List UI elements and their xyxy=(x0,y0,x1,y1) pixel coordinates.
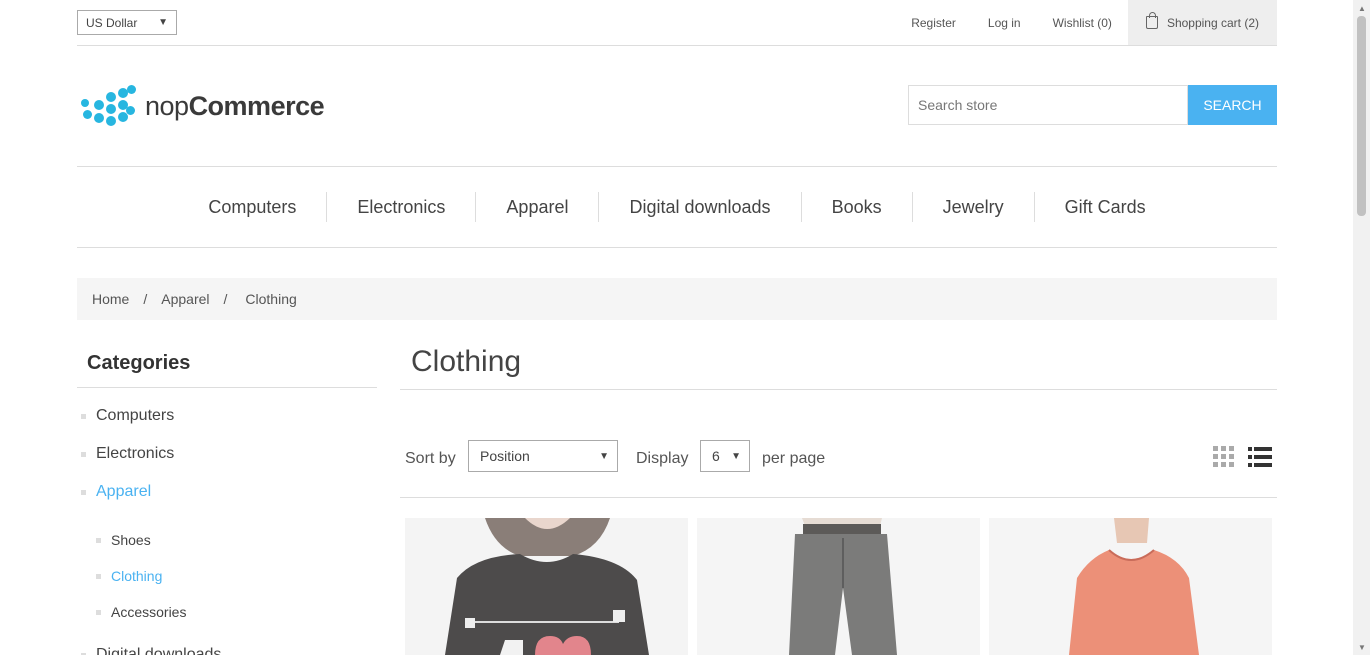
shopping-cart-link[interactable]: Shopping cart (2) xyxy=(1127,0,1277,45)
menu-item-jewelry[interactable]: Jewelry xyxy=(911,192,1034,222)
page-size-select[interactable]: 6 ▼ xyxy=(700,440,750,472)
scroll-up-icon[interactable]: ▲ xyxy=(1358,4,1366,13)
page-size-value: 6 xyxy=(712,448,720,464)
login-link[interactable]: Log in xyxy=(988,16,1021,30)
sort-select[interactable]: Position ▼ xyxy=(468,440,618,472)
menu-item-computers[interactable]: Computers xyxy=(178,192,326,222)
sidebar-item-electronics[interactable]: Electronics xyxy=(81,445,174,463)
menu-item-electronics[interactable]: Electronics xyxy=(326,192,475,222)
header-links: Register Log in Wishlist (0) Shopping ca… xyxy=(879,0,1277,45)
sidebar-item-computers[interactable]: Computers xyxy=(81,407,174,425)
breadcrumb-home[interactable]: Home xyxy=(92,291,129,307)
search-input[interactable] xyxy=(908,85,1188,125)
currency-value: US Dollar xyxy=(86,15,138,30)
sort-by-label: Sort by xyxy=(405,450,456,467)
breadcrumb-current: Clothing xyxy=(245,291,297,307)
currency-select[interactable]: US Dollar ▼ xyxy=(77,10,177,35)
page-title: Clothing xyxy=(400,337,1277,390)
header-main: nopCommerce SEARCH xyxy=(77,46,1277,167)
shopping-cart-label: Shopping cart (2) xyxy=(1166,15,1259,30)
sidebar-subitem-clothing[interactable]: Clothing xyxy=(96,568,162,584)
breadcrumb-separator: / xyxy=(143,291,148,307)
top-photo xyxy=(989,518,1272,655)
categories-title: Categories xyxy=(77,337,377,388)
grid-view-icon[interactable] xyxy=(1213,446,1234,467)
breadcrumb-separator: / xyxy=(223,291,228,307)
top-menu: Computers Electronics Apparel Digital do… xyxy=(77,167,1277,248)
product-image-pants[interactable] xyxy=(697,518,980,655)
sidebar-subitem-accessories[interactable]: Accessories xyxy=(96,604,186,620)
scrollbar-thumb[interactable] xyxy=(1357,16,1366,216)
sort-select-value: Position xyxy=(480,448,530,464)
breadcrumb: Home / Apparel / Clothing xyxy=(77,278,1277,320)
tshirt-photo xyxy=(405,518,688,655)
menu-item-books[interactable]: Books xyxy=(800,192,912,222)
bullet-icon xyxy=(81,413,86,419)
bullet-icon xyxy=(96,609,101,615)
bullet-icon xyxy=(96,573,101,579)
category-page: Clothing Sort by Position ▼ Display 6 ▼ … xyxy=(400,337,1277,498)
shopping-bag-icon xyxy=(1145,12,1158,29)
bullet-icon xyxy=(81,489,86,495)
display-label: Display xyxy=(636,450,689,467)
per-page-label: per page xyxy=(762,450,826,467)
bullet-icon xyxy=(96,537,101,543)
product-image-top[interactable] xyxy=(989,518,1272,655)
breadcrumb-apparel[interactable]: Apparel xyxy=(161,291,209,307)
search-button[interactable]: SEARCH xyxy=(1188,85,1277,125)
categories-sidebar: Categories xyxy=(77,337,377,388)
product-selectors: Sort by Position ▼ Display 6 ▼ per page xyxy=(400,440,1277,498)
wishlist-link[interactable]: Wishlist (0) xyxy=(1053,16,1112,30)
pants-photo xyxy=(697,518,980,655)
page-scrollbar[interactable]: ▲ ▼ xyxy=(1353,0,1370,655)
list-view-icon[interactable] xyxy=(1248,447,1272,467)
store-logo[interactable]: nopCommerce xyxy=(79,84,325,128)
bullet-icon xyxy=(81,451,86,457)
menu-item-gift-cards[interactable]: Gift Cards xyxy=(1033,192,1176,222)
menu-item-apparel[interactable]: Apparel xyxy=(475,192,598,222)
sidebar-item-apparel[interactable]: Apparel xyxy=(81,483,151,501)
menu-item-digital-downloads[interactable]: Digital downloads xyxy=(598,192,800,222)
chevron-down-icon: ▼ xyxy=(599,450,609,462)
sidebar-subitem-shoes[interactable]: Shoes xyxy=(96,532,151,548)
logo-text: nopCommerce xyxy=(145,90,325,121)
product-image-tshirt[interactable] xyxy=(405,518,688,655)
search-box: SEARCH xyxy=(908,85,1277,125)
register-link[interactable]: Register xyxy=(911,16,956,30)
scroll-down-icon[interactable]: ▼ xyxy=(1358,643,1366,652)
chevron-down-icon: ▼ xyxy=(731,450,741,462)
logo-dots-icon xyxy=(79,84,137,128)
chevron-down-icon: ▼ xyxy=(158,17,168,28)
header-links-bar: US Dollar ▼ Register Log in Wishlist (0)… xyxy=(77,0,1277,46)
sidebar-item-digital-downloads[interactable]: Digital downloads xyxy=(81,646,221,655)
